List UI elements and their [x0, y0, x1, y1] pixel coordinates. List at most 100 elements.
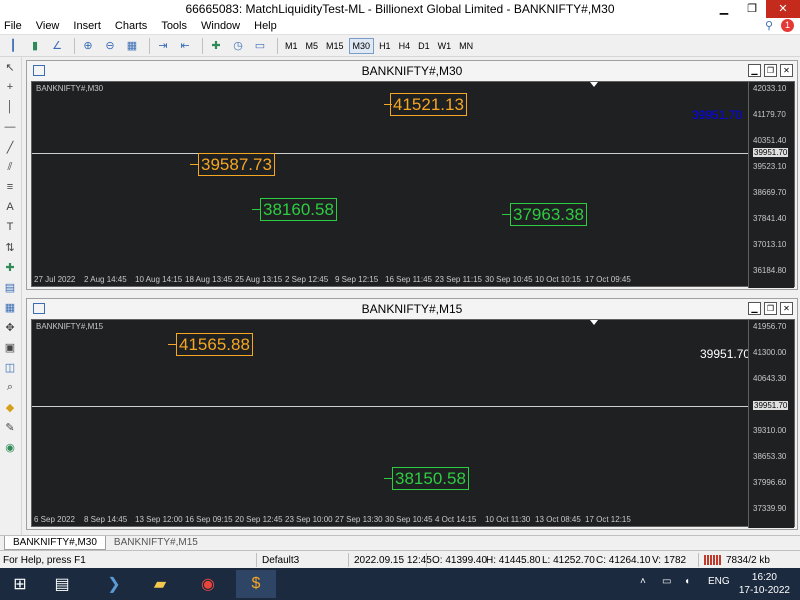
chart-minimize-button[interactable]: ▁: [748, 64, 761, 77]
line-chart-icon[interactable]: ∠: [48, 37, 66, 55]
menu-window[interactable]: Window: [201, 20, 240, 32]
candlestick-icon[interactable]: ▮: [26, 37, 44, 55]
x-tick-label: 6 Sep 2022: [34, 515, 75, 524]
vertical-line-icon[interactable]: │: [0, 97, 20, 117]
market-watch-icon[interactable]: ▦: [0, 297, 20, 317]
chart-close-button[interactable]: ✕: [780, 64, 793, 77]
server-manager-icon[interactable]: ▤: [42, 570, 82, 598]
status-profile[interactable]: Default3: [262, 555, 299, 566]
status-high: H: 41445.80: [486, 555, 541, 566]
price-axis-m15[interactable]: 41956.70 41300.00 40643.30 39951.70 3931…: [748, 320, 794, 528]
timeframe-m15[interactable]: M15: [323, 39, 347, 53]
tab-banknifty-m30[interactable]: BANKNIFTY#,M30: [4, 536, 106, 550]
minimize-button[interactable]: ▁: [710, 0, 738, 18]
timeframe-m1[interactable]: M1: [282, 39, 301, 53]
price-label: 37963.38: [510, 203, 587, 226]
powershell-icon[interactable]: ❯: [94, 570, 134, 598]
file-explorer-icon[interactable]: ▰: [140, 570, 180, 598]
timeframe-mn[interactable]: MN: [456, 39, 476, 53]
indicators-icon[interactable]: ✚: [207, 37, 225, 55]
terminal-icon[interactable]: ▣: [0, 337, 20, 357]
windows-start-icon[interactable]: ⊞: [0, 570, 40, 598]
tray-chevron-icon[interactable]: ˄: [640, 576, 646, 587]
price-axis-m30[interactable]: 42033.10 41179.70 40351.40 39951.70 3952…: [748, 82, 794, 288]
chart-window-m30: BANKNIFTY#,M30 ▁ ❐ ✕ BANKNIFTY#,M30 4152…: [26, 60, 798, 290]
zoom-in-icon[interactable]: ⊕: [79, 37, 97, 55]
y-tick-label: 42033.10: [753, 84, 787, 93]
price-tick: [252, 209, 260, 210]
autoscroll-icon[interactable]: ⇤: [176, 37, 194, 55]
text-icon[interactable]: A: [0, 197, 20, 217]
timeframe-m30[interactable]: M30: [348, 37, 375, 54]
new-chart-icon[interactable]: ✚: [0, 257, 20, 277]
timeframe-w1[interactable]: W1: [435, 39, 455, 53]
status-bar: For Help, press F1 Default3 2022.09.15 1…: [0, 550, 800, 568]
zoom-out-icon[interactable]: ⊖: [101, 37, 119, 55]
chart-shift-icon[interactable]: ⇥: [154, 37, 172, 55]
y-tick-label: 40643.30: [753, 374, 787, 383]
search-icon[interactable]: ⚲: [765, 19, 773, 32]
navigator-icon[interactable]: ✥: [0, 317, 20, 337]
timeframe-d1[interactable]: D1: [415, 39, 433, 53]
x-tick-label: 27 Jul 2022: [34, 275, 76, 284]
status-separator: [348, 553, 349, 567]
cursor-icon[interactable]: ↖: [0, 57, 20, 77]
chrome-icon[interactable]: ◉: [188, 570, 228, 598]
y-tick-label: 41300.00: [753, 348, 787, 357]
volume-icon[interactable]: ◖: [684, 576, 690, 587]
taskbar-clock[interactable]: 16:20 17-10-2022: [739, 571, 790, 597]
status-separator: [698, 553, 699, 567]
y-tick-label-current: 39951.70: [753, 148, 789, 157]
templates-icon[interactable]: ▭: [251, 37, 269, 55]
data-window-icon[interactable]: ◫: [0, 357, 20, 377]
timeframe-h4[interactable]: H4: [396, 39, 414, 53]
y-tick-label: 38669.70: [753, 188, 787, 197]
chart-shift-marker[interactable]: [590, 82, 598, 87]
menu-charts[interactable]: Charts: [115, 20, 147, 32]
language-indicator[interactable]: ENG: [708, 576, 730, 587]
arrows-icon[interactable]: ⇅: [0, 237, 20, 257]
x-tick-label: 30 Sep 10:45: [485, 275, 533, 284]
menu-file[interactable]: File: [4, 20, 22, 32]
close-button[interactable]: ✕: [766, 0, 800, 18]
chart-restore-button[interactable]: ❐: [764, 64, 777, 77]
network-icon[interactable]: ▭: [662, 576, 671, 587]
x-tick-label: 17 Oct 12:15: [585, 515, 631, 524]
status-traffic: 7834/2 kb: [726, 555, 770, 566]
channel-icon[interactable]: ⫽: [0, 157, 20, 177]
fibonacci-icon[interactable]: ≡: [0, 177, 20, 197]
options-icon[interactable]: ◆: [0, 397, 20, 417]
crosshair-icon[interactable]: +: [0, 77, 20, 97]
menu-insert[interactable]: Insert: [73, 20, 101, 32]
chart-restore-button[interactable]: ❐: [764, 302, 777, 315]
x-tick-label: 20 Sep 12:45: [235, 515, 283, 524]
menu-help[interactable]: Help: [254, 20, 277, 32]
signals-icon[interactable]: ◉: [0, 437, 20, 457]
chart-shift-marker[interactable]: [590, 320, 598, 325]
tile-windows-icon[interactable]: ▦: [123, 37, 141, 55]
tab-banknifty-m15[interactable]: BANKNIFTY#,M15: [106, 536, 206, 550]
chart-close-button[interactable]: ✕: [780, 302, 793, 315]
bar-chart-icon[interactable]: ┃: [4, 37, 22, 55]
chart-minimize-button[interactable]: ▁: [748, 302, 761, 315]
menu-tools[interactable]: Tools: [161, 20, 187, 32]
menu-view[interactable]: View: [36, 20, 60, 32]
periods-icon[interactable]: ◷: [229, 37, 247, 55]
timeframe-h1[interactable]: H1: [376, 39, 394, 53]
trading-terminal-icon[interactable]: $: [236, 570, 276, 598]
chart-plot-m15[interactable]: BANKNIFTY#,M15 41565.88 38150.58 39951.7…: [31, 319, 795, 528]
trendline-icon[interactable]: ╱: [0, 137, 20, 157]
chart-plot-m30[interactable]: BANKNIFTY#,M30 41521.13 39587.73 38160.5…: [31, 81, 795, 288]
horizontal-line-icon[interactable]: —: [0, 117, 20, 137]
y-tick-label-current: 39951.70: [753, 401, 789, 410]
timeframe-m5[interactable]: M5: [303, 39, 322, 53]
text-label-icon[interactable]: T: [0, 217, 20, 237]
bid-line-m15: [32, 406, 748, 407]
strategy-tester-icon[interactable]: ⌕: [0, 377, 20, 397]
restore-button[interactable]: ❐: [738, 0, 766, 18]
profiles-icon[interactable]: ▤: [0, 277, 20, 297]
notification-badge[interactable]: 1: [781, 19, 794, 32]
metaeditor-icon[interactable]: ✎: [0, 417, 20, 437]
x-tick-label: 9 Sep 12:15: [335, 275, 379, 284]
drawing-toolbar: ↖ + │ — ╱ ⫽ ≡ A T ⇅ ✚ ▤ ▦ ✥ ▣ ◫ ⌕ ◆ ✎ ◉: [0, 57, 22, 535]
